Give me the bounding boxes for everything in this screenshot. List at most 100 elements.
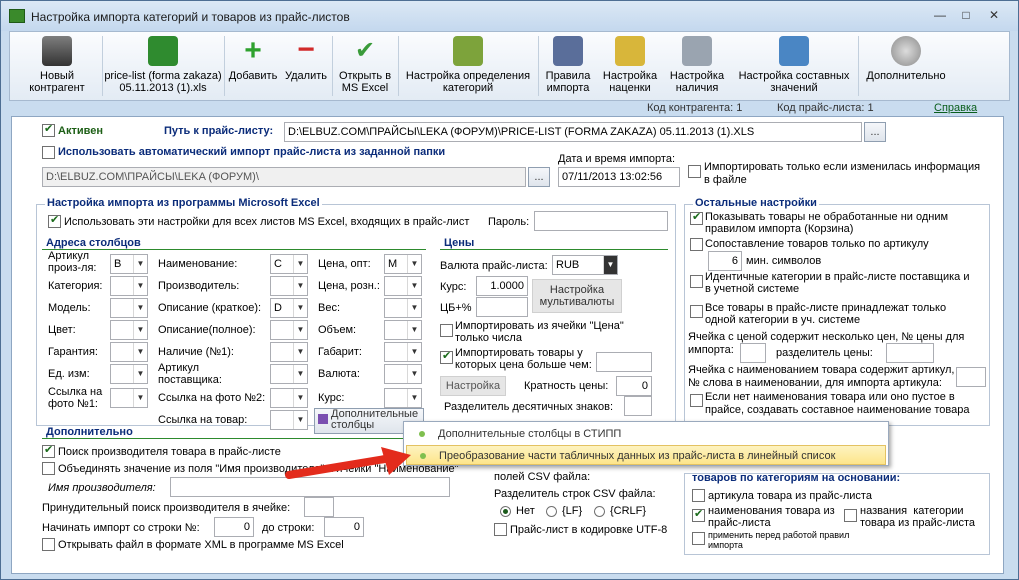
chevron-down-icon: ▼: [293, 321, 307, 339]
close-button[interactable]: ✕: [985, 7, 1003, 23]
supplier-article-select[interactable]: ▼: [270, 364, 308, 384]
price-separator-input[interactable]: [886, 343, 934, 363]
search-maker-checkbox[interactable]: [42, 443, 55, 458]
category-select[interactable]: ▼: [110, 276, 148, 296]
browse-folder-button[interactable]: ...: [528, 167, 550, 187]
start-row-input[interactable]: 0: [214, 517, 254, 537]
delete-button[interactable]: − Удалить: [282, 34, 330, 98]
pricelist-file-label: price-list (forma zakaza) 05.11.2013 (1)…: [104, 70, 222, 94]
csv-fields-sep-label: полей CSV файла:: [494, 471, 591, 483]
currency-col-select[interactable]: ▼: [384, 364, 422, 384]
one-category-checkbox[interactable]: [690, 305, 703, 318]
import-rules-button[interactable]: Правила импорта: [540, 34, 596, 98]
feather-icon: [553, 36, 583, 66]
password-input[interactable]: [534, 211, 668, 231]
name-select[interactable]: C ▼: [270, 254, 308, 274]
min-symbols-input[interactable]: 6: [708, 251, 742, 271]
markup-settings-button[interactable]: Настройка наценки: [598, 34, 662, 98]
csv-none-radio[interactable]: [500, 506, 511, 517]
category-detect-button[interactable]: Настройка определения категорий: [400, 34, 536, 98]
warranty-select[interactable]: ▼: [110, 342, 148, 362]
use-for-all-checkbox[interactable]: [48, 213, 61, 228]
maker-select[interactable]: ▼: [270, 276, 308, 296]
help-link[interactable]: Справка: [934, 102, 977, 114]
datetime-input[interactable]: 07/11/2013 13:02:56: [558, 167, 680, 187]
columns-icon: [318, 414, 328, 424]
stock-settings-label: Настройка наличия: [669, 70, 725, 94]
maximize-button[interactable]: □: [957, 7, 975, 23]
model-select[interactable]: ▼: [110, 298, 148, 318]
multiplicity-input[interactable]: 0: [616, 376, 652, 396]
size-select[interactable]: ▼: [384, 342, 422, 362]
unit-select[interactable]: ▼: [110, 364, 148, 384]
red-arrow-icon: [285, 447, 411, 479]
weight-select[interactable]: ▼: [384, 298, 422, 318]
empty-name-checkbox[interactable]: [690, 394, 703, 407]
apply-before-checkbox[interactable]: [692, 532, 705, 545]
menu-item-extra-columns[interactable]: Дополнительные столбцы в СТИПП: [406, 424, 886, 444]
product-link-select[interactable]: ▼: [270, 410, 308, 430]
pricelist-file-button[interactable]: price-list (forma zakaza) 05.11.2013 (1)…: [104, 34, 222, 98]
active-checkbox[interactable]: [42, 122, 55, 137]
chevron-down-icon: ▼: [407, 389, 421, 407]
auto-folder-input[interactable]: D:\ELBUZ.COM\ПРАЙСЫ\LEKA (ФОРУМ)\: [42, 167, 526, 187]
weight-label: Вес:: [318, 302, 341, 314]
pricelist-currency-select[interactable]: RUB ▼: [552, 255, 618, 275]
identical-categories-checkbox[interactable]: [690, 275, 703, 288]
force-maker-input[interactable]: [304, 497, 334, 517]
conversion-settings-button[interactable]: Настройка: [440, 376, 506, 396]
article-select[interactable]: B ▼: [110, 254, 148, 274]
by-name-checkbox[interactable]: [692, 507, 705, 522]
show-unprocessed-checkbox[interactable]: [690, 210, 703, 225]
multicurrency-button[interactable]: Настройка мультивалюты: [532, 279, 622, 313]
composite-values-button[interactable]: Настройка составных значений: [732, 34, 856, 98]
chevron-down-icon: ▼: [133, 389, 147, 407]
decimal-sep-input[interactable]: [624, 396, 652, 416]
add-button[interactable]: + Добавить: [224, 34, 282, 98]
more-button[interactable]: Дополнительно: [860, 34, 952, 98]
import-gt-checkbox[interactable]: [440, 349, 453, 364]
open-excel-button[interactable]: ✔ Открыть в MS Excel: [334, 34, 396, 98]
cb-percent-input[interactable]: [476, 297, 528, 317]
open-xml-checkbox[interactable]: [42, 538, 55, 551]
rate-input[interactable]: 1.0000: [476, 276, 528, 296]
import-gt-input[interactable]: [596, 352, 652, 372]
stock-settings-button[interactable]: Настройка наличия: [664, 34, 730, 98]
volume-select[interactable]: ▼: [384, 320, 422, 340]
csv-lf-radio[interactable]: [546, 506, 557, 517]
plus-icon: +: [244, 34, 262, 67]
price-opt-select[interactable]: M ▼: [384, 254, 422, 274]
menu-item-table-to-list[interactable]: Преобразование части табличных данных из…: [406, 445, 886, 465]
by-article-checkbox[interactable]: [692, 489, 705, 502]
csv-crlf-radio[interactable]: [594, 506, 605, 517]
photo2-select[interactable]: ▼: [270, 388, 308, 408]
import-rules-label: Правила импорта: [545, 70, 591, 94]
by-category-names-checkbox[interactable]: [844, 509, 857, 522]
new-contractor-button[interactable]: Новый контрагент: [14, 34, 100, 98]
to-row-input[interactable]: 0: [324, 517, 364, 537]
rate-col-select[interactable]: ▼: [384, 388, 422, 408]
by-category-names-label: названия категории товара из прайс-листа: [860, 505, 976, 529]
desc-full-select[interactable]: ▼: [270, 320, 308, 340]
tools-icon: [779, 36, 809, 66]
stock1-select[interactable]: ▼: [270, 342, 308, 362]
only-changed-label: Импортировать только если изменилась инф…: [704, 161, 981, 186]
price-retail-select[interactable]: ▼: [384, 276, 422, 296]
article-label: Артикул произ-ля:: [48, 250, 97, 274]
bullet-icon: [420, 453, 426, 459]
color-select[interactable]: ▼: [110, 320, 148, 340]
article-in-name-input[interactable]: [956, 367, 986, 387]
import-numbers-only-checkbox[interactable]: [440, 324, 453, 337]
merge-values-checkbox[interactable]: [42, 462, 55, 475]
multi-price-input[interactable]: [740, 343, 766, 363]
desc-short-select[interactable]: D ▼: [270, 298, 308, 318]
auto-import-checkbox[interactable]: [42, 146, 55, 159]
only-changed-checkbox[interactable]: [688, 165, 701, 178]
browse-path-button[interactable]: ...: [864, 122, 886, 142]
pricelist-path-input[interactable]: D:\ELBUZ.COM\ПРАЙСЫ\LEKA (ФОРУМ)\PRICE-L…: [284, 122, 862, 142]
utf8-checkbox[interactable]: [494, 523, 507, 536]
minimize-button[interactable]: —: [931, 7, 949, 23]
match-article-checkbox[interactable]: [690, 238, 703, 251]
photo1-select[interactable]: ▼: [110, 388, 148, 408]
price-retail-label: Цена, розн.:: [318, 280, 380, 292]
